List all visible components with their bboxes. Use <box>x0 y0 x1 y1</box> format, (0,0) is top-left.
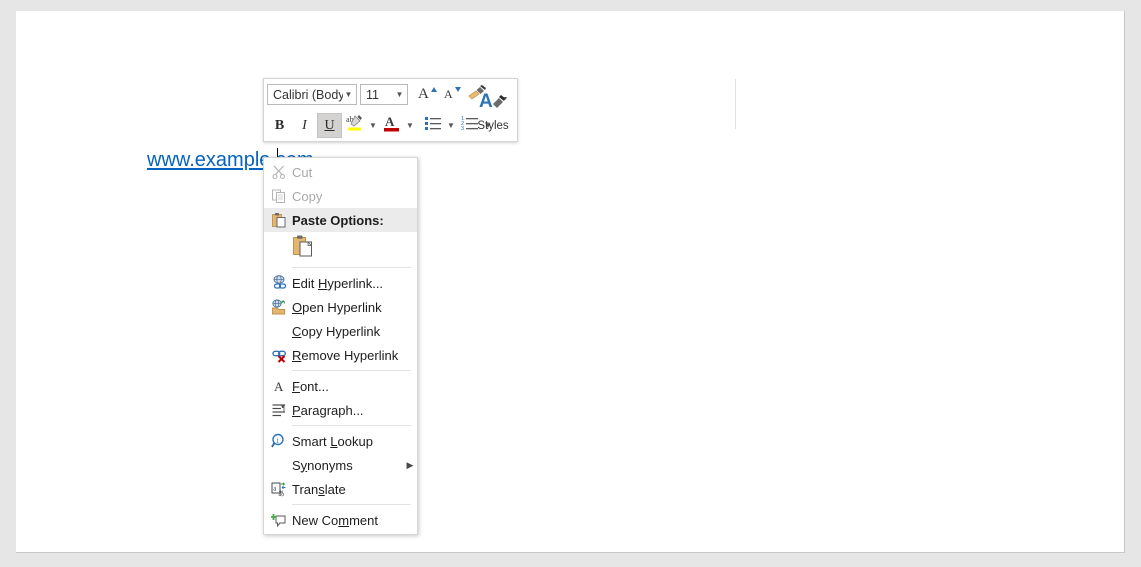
context-menu-separator <box>292 425 411 426</box>
font-size-value: 11 <box>366 88 394 102</box>
copy-icon <box>266 185 292 207</box>
translate-icon: a あ <box>266 478 292 500</box>
context-menu-label-new-comment: New Comment <box>292 513 417 528</box>
smart-lookup-icon: i <box>266 430 292 452</box>
font-color-icon: A <box>382 113 402 138</box>
paste-keep-source-formatting-icon[interactable] <box>292 234 314 263</box>
font-size-combobox[interactable]: 11 ▼ <box>360 84 408 105</box>
context-menu-label-open-hyperlink: Open Hyperlink <box>292 300 417 315</box>
context-menu-separator <box>292 504 411 505</box>
context-menu-item-open-hyperlink[interactable]: Open Hyperlink <box>264 295 417 319</box>
context-menu-label-paragraph: Paragraph... <box>292 403 417 418</box>
svg-text:A: A <box>274 379 284 394</box>
context-menu-label-synonyms: Synonyms <box>292 458 403 473</box>
context-menu-label-font: Font... <box>292 379 417 394</box>
context-menu-item-font[interactable]: A Font... <box>264 374 417 398</box>
context-menu-item-edit-hyperlink[interactable]: Edit Hyperlink... <box>264 271 417 295</box>
context-menu-item-synonyms[interactable]: Synonyms ▶ <box>264 453 417 477</box>
chevron-down-icon[interactable]: ▼ <box>343 91 354 99</box>
svg-text:A: A <box>444 87 453 101</box>
context-menu-item-paste-options: Paste Options: <box>264 208 417 232</box>
no-icon-placeholder <box>266 320 292 342</box>
context-menu-item-paragraph[interactable]: ¶ Paragraph... <box>264 398 417 422</box>
highlight-dropdown-arrow-icon[interactable]: ▼ <box>367 113 379 138</box>
styles-label: Styles <box>477 120 508 132</box>
font-color-dropdown-arrow-icon[interactable]: ▼ <box>404 113 416 138</box>
context-menu-label-copy-hyperlink: Copy Hyperlink <box>292 324 417 339</box>
context-menu-label-paste-options: Paste Options: <box>292 213 417 228</box>
svg-text:A: A <box>479 91 493 112</box>
italic-icon: I <box>302 118 307 134</box>
underline-icon: U <box>324 118 334 134</box>
bullets-icon <box>423 114 443 137</box>
context-menu-separator <box>292 267 411 268</box>
context-menu-item-copy[interactable]: Copy <box>264 184 417 208</box>
svg-text:A: A <box>385 114 395 129</box>
highlight-icon: ab <box>345 113 365 138</box>
underline-button[interactable]: U <box>317 113 342 138</box>
remove-hyperlink-icon <box>266 344 292 366</box>
styles-button[interactable]: A Styles <box>471 81 515 139</box>
text-highlight-color-button[interactable]: ab <box>342 113 367 138</box>
context-menu-item-copy-hyperlink[interactable]: Copy Hyperlink <box>264 319 417 343</box>
styles-icon: A <box>478 88 508 117</box>
context-menu-item-cut[interactable]: Cut <box>264 160 417 184</box>
context-menu-item-remove-hyperlink[interactable]: Remove Hyperlink <box>264 343 417 367</box>
grow-font-button[interactable]: A <box>414 82 439 107</box>
grow-font-icon: A <box>417 83 437 106</box>
bold-button[interactable]: B <box>267 113 292 138</box>
context-menu[interactable]: Cut Copy Paste Options: <box>263 157 418 535</box>
context-menu-label-translate: Translate <box>292 482 417 497</box>
context-menu-label-copy: Copy <box>292 189 417 204</box>
context-menu-separator <box>292 370 411 371</box>
context-menu-label-edit-hyperlink: Edit Hyperlink... <box>292 276 417 291</box>
context-menu-label-remove-hyperlink: Remove Hyperlink <box>292 348 417 363</box>
context-menu-item-new-comment[interactable]: New Comment <box>264 508 417 532</box>
context-menu-paste-option-row <box>264 232 417 264</box>
mini-formatting-toolbar[interactable]: Calibri (Body) ▼ 11 ▼ A A <box>263 78 518 142</box>
paragraph-icon: ¶ <box>266 399 292 421</box>
italic-button[interactable]: I <box>292 113 317 138</box>
context-menu-label-cut: Cut <box>292 165 417 180</box>
submenu-arrow-icon: ▶ <box>403 460 417 471</box>
context-menu-item-translate[interactable]: a あ Translate <box>264 477 417 501</box>
edit-hyperlink-icon <box>266 272 292 294</box>
font-name-value: Calibri (Body) <box>273 88 343 102</box>
svg-text:3: 3 <box>461 126 464 132</box>
shrink-font-button[interactable]: A <box>439 82 464 107</box>
font-name-combobox[interactable]: Calibri (Body) ▼ <box>267 84 357 105</box>
svg-text:あ: あ <box>278 490 285 498</box>
font-icon: A <box>266 375 292 397</box>
open-hyperlink-icon <box>266 296 292 318</box>
document-page[interactable]: www.example.com <box>16 11 1125 553</box>
svg-text:¶: ¶ <box>282 403 286 413</box>
scissors-icon <box>266 161 292 183</box>
context-menu-label-smart-lookup: Smart Lookup <box>292 434 417 449</box>
svg-text:A: A <box>418 86 429 101</box>
no-icon-placeholder <box>266 454 292 476</box>
context-menu-item-smart-lookup[interactable]: i Smart Lookup <box>264 429 417 453</box>
font-color-button[interactable]: A <box>379 113 404 138</box>
new-comment-icon <box>266 509 292 531</box>
toolbar-divider <box>735 79 736 129</box>
chevron-down-icon[interactable]: ▼ <box>394 91 405 99</box>
bullets-button[interactable] <box>420 113 445 138</box>
clipboard-icon <box>266 209 292 231</box>
bold-icon: B <box>275 118 284 134</box>
shrink-font-icon: A <box>442 83 462 106</box>
bullets-dropdown-arrow-icon[interactable]: ▼ <box>445 113 457 138</box>
